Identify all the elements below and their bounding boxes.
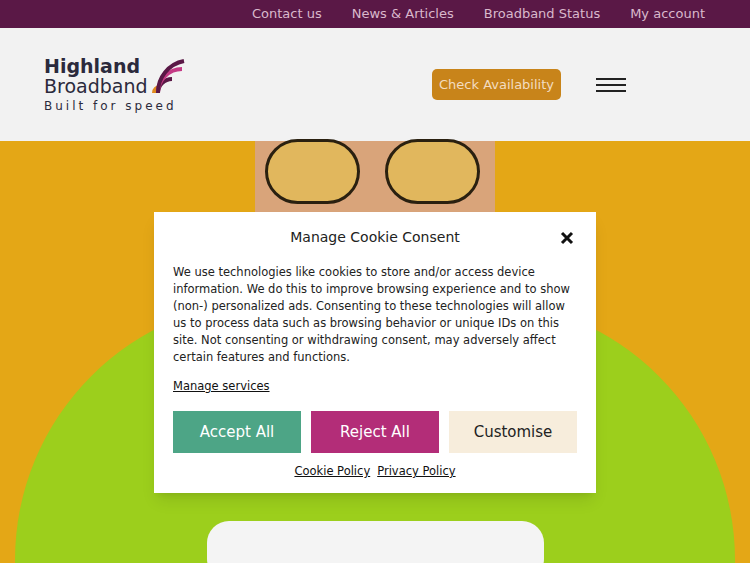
- dialog-text: We use technologies like cookies to stor…: [173, 264, 577, 366]
- close-icon[interactable]: [560, 231, 574, 245]
- logo-line: Highland: [44, 56, 148, 76]
- top-bar: Contact us News & Articles Broadband Sta…: [0, 0, 750, 28]
- menu-icon[interactable]: [596, 77, 626, 93]
- top-nav-link[interactable]: Contact us: [252, 4, 322, 24]
- top-nav-link[interactable]: Broadband Status: [484, 4, 600, 24]
- signal-arcs-icon: [150, 55, 186, 95]
- privacy-policy-link[interactable]: Privacy Policy: [377, 463, 455, 480]
- top-nav-link[interactable]: News & Articles: [352, 4, 454, 24]
- logo[interactable]: Highland Broadband Built for speed: [44, 55, 186, 115]
- top-nav-link[interactable]: My account: [630, 4, 705, 24]
- site-header: Highland Broadband Built for speed Check…: [0, 28, 750, 141]
- cookie-dialog: Manage Cookie Consent We use technologie…: [154, 212, 596, 493]
- hero-card: [207, 521, 544, 563]
- cookie-policy-link[interactable]: Cookie Policy: [294, 463, 370, 480]
- consent-button[interactable]: Customise: [449, 411, 577, 453]
- logo-line: Broadband: [44, 76, 148, 96]
- consent-button[interactable]: Accept All: [173, 411, 301, 453]
- consent-button[interactable]: Reject All: [311, 411, 439, 453]
- logo-tagline: Built for speed: [44, 97, 186, 115]
- dialog-title: Manage Cookie Consent: [290, 227, 460, 248]
- check-availability-button[interactable]: Check Availability: [432, 69, 561, 100]
- manage-services-link[interactable]: Manage services: [173, 378, 577, 395]
